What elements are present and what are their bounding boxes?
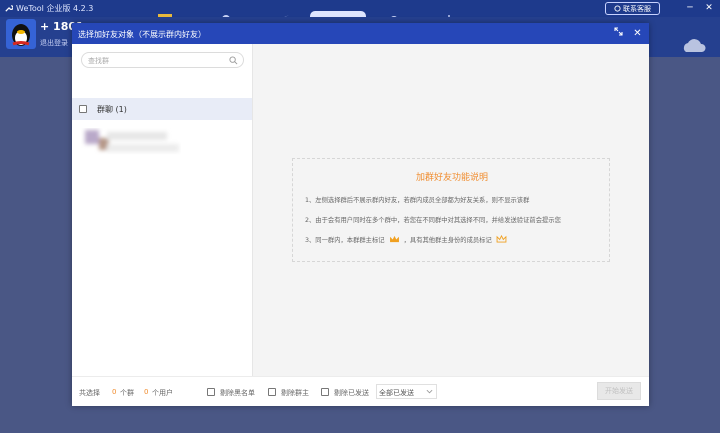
instruction-line-2: 2、由于会有用户同时在多个群中，若您在不同群中对其选择不同，并给发送验证前会提示… <box>305 217 561 224</box>
app-titlebar: WeTool 企业版 4.2.3 联系客服 ─ ✕ <box>0 0 720 23</box>
search-icon <box>229 56 238 65</box>
group-list-pane: 查找群 群聊 (1) <box>72 44 253 376</box>
search-input[interactable]: 查找群 <box>81 52 244 68</box>
exclude-owner-label: 剔除群主 <box>281 389 309 397</box>
exclude-blacklist-label: 剔除黑名单 <box>220 389 255 397</box>
maximize-icon[interactable] <box>612 27 625 40</box>
exclude-blacklist-checkbox[interactable] <box>207 388 215 396</box>
select-friends-dialog: 选择加好友对象（不展示群内好友） ✕ 查找群 群聊 (1) 加群好友功能说明 1… <box>72 23 649 406</box>
dialog-close-icon[interactable]: ✕ <box>631 27 644 40</box>
member-crown-icon <box>496 235 507 243</box>
selected-prefix: 共选择 <box>79 389 100 397</box>
chevron-down-icon <box>426 389 433 394</box>
group-checkbox[interactable] <box>79 105 87 113</box>
instructions-pane: 加群好友功能说明 1、左侧选择群后不展示群内好友，若群内成员全部都为好友关系，则… <box>253 44 649 376</box>
background-left <box>0 57 72 433</box>
sent-filter-value: 全部已发送 <box>379 389 414 397</box>
owner-crown-icon <box>389 235 399 243</box>
group-list-item[interactable]: 群聊 (1) <box>72 98 252 120</box>
selected-user-count: 0 <box>144 388 149 396</box>
selected-group-count: 0 <box>112 388 117 396</box>
contact-support-label: 联系客服 <box>623 4 651 13</box>
group-label: 群聊 (1) <box>97 105 127 114</box>
app-title: WeTool 企业版 4.2.3 <box>16 4 94 13</box>
blurred-group-member <box>85 130 179 152</box>
sent-filter-select[interactable]: 全部已发送 <box>376 384 437 399</box>
dialog-header: 选择加好友对象（不展示群内好友） ✕ <box>72 23 649 44</box>
search-placeholder: 查找群 <box>88 57 109 65</box>
instruction-line-3: 3、同一群内，本群群主标记 ，具有其他群主身份的成员标记 <box>305 235 509 244</box>
instruction-line-1: 1、左侧选择群后不展示群内好友，若群内成员全部都为好友关系，则不显示该群 <box>305 197 530 204</box>
dialog-title: 选择加好友对象（不展示群内好友） <box>78 30 206 39</box>
exclude-sent-label: 剔除已发送 <box>334 389 369 397</box>
contact-support-button[interactable]: 联系客服 <box>605 2 660 15</box>
minimize-icon[interactable]: ─ <box>683 2 697 14</box>
wrench-icon <box>5 5 13 12</box>
instructions-title: 加群好友功能说明 <box>415 173 488 183</box>
instruction-line-3-end: ，具有其他群主身份的成员标记 <box>403 237 492 244</box>
cloud-icon <box>683 39 706 52</box>
user-unit: 个用户 <box>152 389 173 397</box>
background-right <box>648 57 720 433</box>
group-unit: 个群 <box>120 389 134 397</box>
dialog-footer: 共选择 0 个群 0 个用户 剔除黑名单 剔除群主 剔除已发送 全部已发送 开始… <box>72 376 649 406</box>
avatar[interactable] <box>6 19 36 49</box>
instruction-line-3-start: 3、同一群内，本群群主标记 <box>305 237 385 244</box>
logout-link[interactable]: 退出登录 <box>40 38 68 48</box>
support-icon <box>614 5 621 12</box>
start-send-button[interactable]: 开始发送 <box>597 382 641 400</box>
close-icon[interactable]: ✕ <box>702 2 716 14</box>
background-bottom <box>72 406 648 433</box>
penguin-icon <box>12 24 30 46</box>
exclude-owner-checkbox[interactable] <box>268 388 276 396</box>
feature-instructions: 加群好友功能说明 1、左侧选择群后不展示群内好友，若群内成员全部都为好友关系，则… <box>292 158 610 262</box>
exclude-sent-checkbox[interactable] <box>321 388 329 396</box>
